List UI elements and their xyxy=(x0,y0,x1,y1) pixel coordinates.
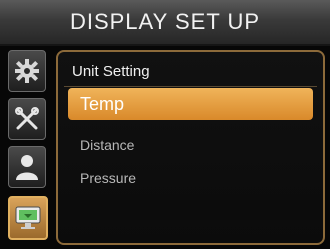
sidebar-tab-user[interactable] xyxy=(8,146,46,188)
display-setup-icon xyxy=(15,206,41,229)
device-screen: DISPLAY SET UP Unit Setting Temp Distanc… xyxy=(0,0,330,249)
menu-item-temp[interactable]: Temp xyxy=(68,88,313,120)
tools-icon xyxy=(15,107,39,130)
panel-divider xyxy=(64,86,317,87)
sidebar-tab-tools[interactable] xyxy=(8,98,46,140)
menu-item-pressure[interactable]: Pressure xyxy=(68,162,313,194)
sidebar xyxy=(0,48,50,249)
sidebar-tab-settings[interactable] xyxy=(8,50,46,92)
page-title: DISPLAY SET UP xyxy=(0,0,330,46)
user-icon xyxy=(16,155,38,180)
sidebar-tab-display-setup[interactable] xyxy=(8,196,48,240)
panel-title: Unit Setting xyxy=(72,62,150,80)
gear-icon xyxy=(15,59,39,83)
unit-setting-panel: Unit Setting Temp Distance Pressure xyxy=(56,50,325,245)
menu-item-distance[interactable]: Distance xyxy=(68,129,313,161)
